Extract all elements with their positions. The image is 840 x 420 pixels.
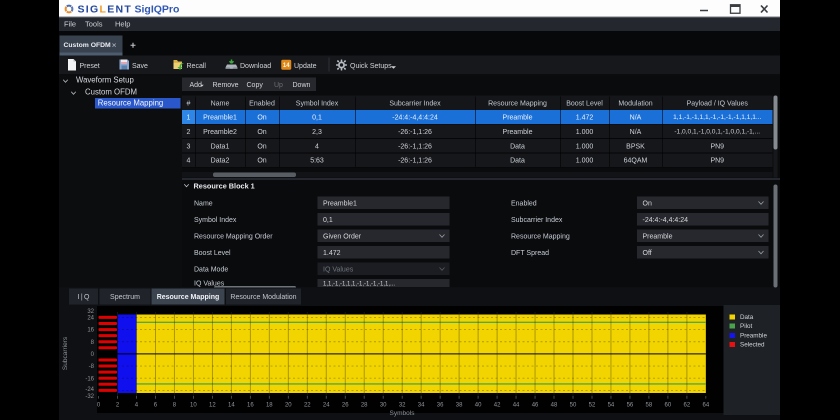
- svg-text:14: 14: [228, 402, 235, 408]
- svg-text:22: 22: [304, 402, 311, 408]
- svg-text:18: 18: [266, 402, 273, 408]
- svg-text:56: 56: [627, 402, 634, 408]
- svg-text:42: 42: [494, 402, 501, 408]
- svg-text:0: 0: [97, 402, 101, 408]
- svg-text:64: 64: [703, 402, 710, 408]
- svg-text:12: 12: [209, 402, 216, 408]
- svg-text:30: 30: [380, 402, 387, 408]
- svg-text:40: 40: [475, 402, 482, 408]
- svg-text:52: 52: [589, 402, 596, 408]
- svg-text:62: 62: [684, 402, 691, 408]
- svg-text:6: 6: [154, 402, 158, 408]
- svg-text:10: 10: [190, 402, 197, 408]
- svg-text:58: 58: [646, 402, 653, 408]
- svg-text:26: 26: [342, 402, 349, 408]
- svg-text:24: 24: [323, 402, 330, 408]
- svg-text:36: 36: [437, 402, 444, 408]
- svg-text:2: 2: [116, 402, 120, 408]
- svg-text:28: 28: [361, 402, 368, 408]
- svg-text:48: 48: [551, 402, 558, 408]
- svg-text:60: 60: [665, 402, 672, 408]
- svg-text:20: 20: [285, 402, 292, 408]
- svg-text:4: 4: [135, 402, 139, 408]
- svg-text:8: 8: [173, 402, 177, 408]
- svg-text:50: 50: [570, 402, 577, 408]
- svg-text:46: 46: [532, 402, 539, 408]
- svg-text:16: 16: [247, 402, 254, 408]
- svg-text:34: 34: [418, 402, 425, 408]
- svg-text:44: 44: [513, 402, 520, 408]
- svg-text:54: 54: [608, 402, 615, 408]
- svg-text:14: 14: [283, 63, 290, 69]
- svg-text:38: 38: [456, 402, 463, 408]
- svg-text:32: 32: [399, 402, 406, 408]
